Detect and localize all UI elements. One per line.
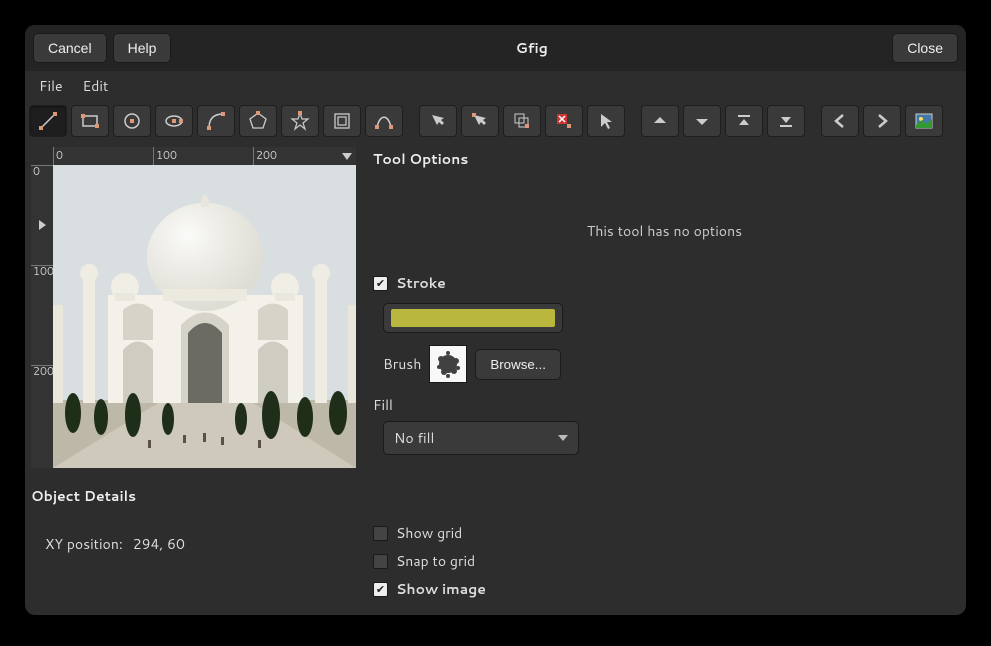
menu-file[interactable]: File [31,72,71,100]
tool-prev[interactable] [821,105,859,137]
stroke-color-button[interactable] [383,303,563,333]
tool-circle[interactable] [113,105,151,137]
window-title: Gfig [177,38,886,58]
tool-star[interactable] [281,105,319,137]
stroke-row: Stroke [373,269,956,297]
stroke-color-swatch [391,309,555,327]
show-grid-label: Show grid [396,523,462,543]
show-image-checkbox[interactable] [373,582,388,597]
cancel-button[interactable]: Cancel [33,33,107,63]
ruler-v-tick: 200 [31,365,53,376]
tool-spiral[interactable] [323,105,361,137]
browse-button[interactable]: Browse... [475,349,561,380]
tool-delete-object[interactable] [545,105,583,137]
chevron-down-icon [558,435,568,441]
object-details-heading: Object Details [31,486,361,506]
titlebar: Cancel Help Gfig Close [25,25,966,71]
tool-raise[interactable] [641,105,679,137]
brush-preview[interactable] [429,345,467,383]
fill-combo-value: No fill [394,428,434,448]
left-column: 0 100 200 0 100 200 [31,147,361,603]
toolbar [25,101,966,141]
fill-label: Fill [373,395,956,415]
tool-ellipse[interactable] [155,105,193,137]
tool-show-all[interactable] [905,105,943,137]
tool-rectangle[interactable] [71,105,109,137]
brush-label: Brush [383,354,421,374]
tool-move-object[interactable] [419,105,457,137]
ruler-h-marker [342,153,352,160]
tool-copy-object[interactable] [503,105,541,137]
snap-grid-checkbox[interactable] [373,554,388,569]
ruler-h-tick: 0 [53,147,63,165]
tool-arc[interactable] [197,105,235,137]
gfig-window: Cancel Help Gfig Close File Edit [25,25,966,615]
ruler-horizontal: 0 100 200 [53,147,356,165]
fill-combo[interactable]: No fill [383,421,579,455]
xy-value: 294, 60 [133,534,185,554]
ruler-h-tick: 100 [153,147,177,165]
canvas-area: 0 100 200 0 100 200 [31,147,356,472]
ruler-vertical: 0 100 200 [31,165,53,468]
show-grid-checkbox[interactable] [373,526,388,541]
content: 0 100 200 0 100 200 [25,141,966,615]
grid-options: Show grid Snap to grid Show image [373,499,956,603]
ruler-v-marker [39,220,46,230]
stroke-label: Stroke [396,273,446,293]
tool-polygon[interactable] [239,105,277,137]
brush-row: Brush Browse... [383,345,956,383]
tool-lower[interactable] [683,105,721,137]
tool-raise-top[interactable] [725,105,763,137]
canvas[interactable] [53,165,356,468]
close-button[interactable]: Close [892,33,958,63]
tool-lower-bottom[interactable] [767,105,805,137]
xy-label: XY position: [45,534,123,554]
tool-select[interactable] [587,105,625,137]
tool-line[interactable] [29,105,67,137]
ruler-v-tick: 100 [31,265,53,276]
right-column: Tool Options This tool has no options St… [373,147,960,603]
snap-grid-row: Snap to grid [373,547,956,575]
show-image-row: Show image [373,575,956,603]
tool-move-point[interactable] [461,105,499,137]
menu-edit[interactable]: Edit [75,72,117,100]
tool-bezier[interactable] [365,105,403,137]
xy-position-row: XY position: 294, 60 [31,516,361,554]
snap-grid-label: Snap to grid [396,551,475,571]
help-button[interactable]: Help [113,33,172,63]
show-image-label: Show image [396,579,486,599]
show-grid-row: Show grid [373,519,956,547]
tool-next[interactable] [863,105,901,137]
stroke-checkbox[interactable] [373,276,388,291]
menubar: File Edit [25,71,966,101]
ruler-h-tick: 200 [253,147,277,165]
tool-options-heading: Tool Options [373,149,956,169]
no-options-text: This tool has no options [373,179,956,269]
ruler-v-tick: 0 [31,165,53,176]
